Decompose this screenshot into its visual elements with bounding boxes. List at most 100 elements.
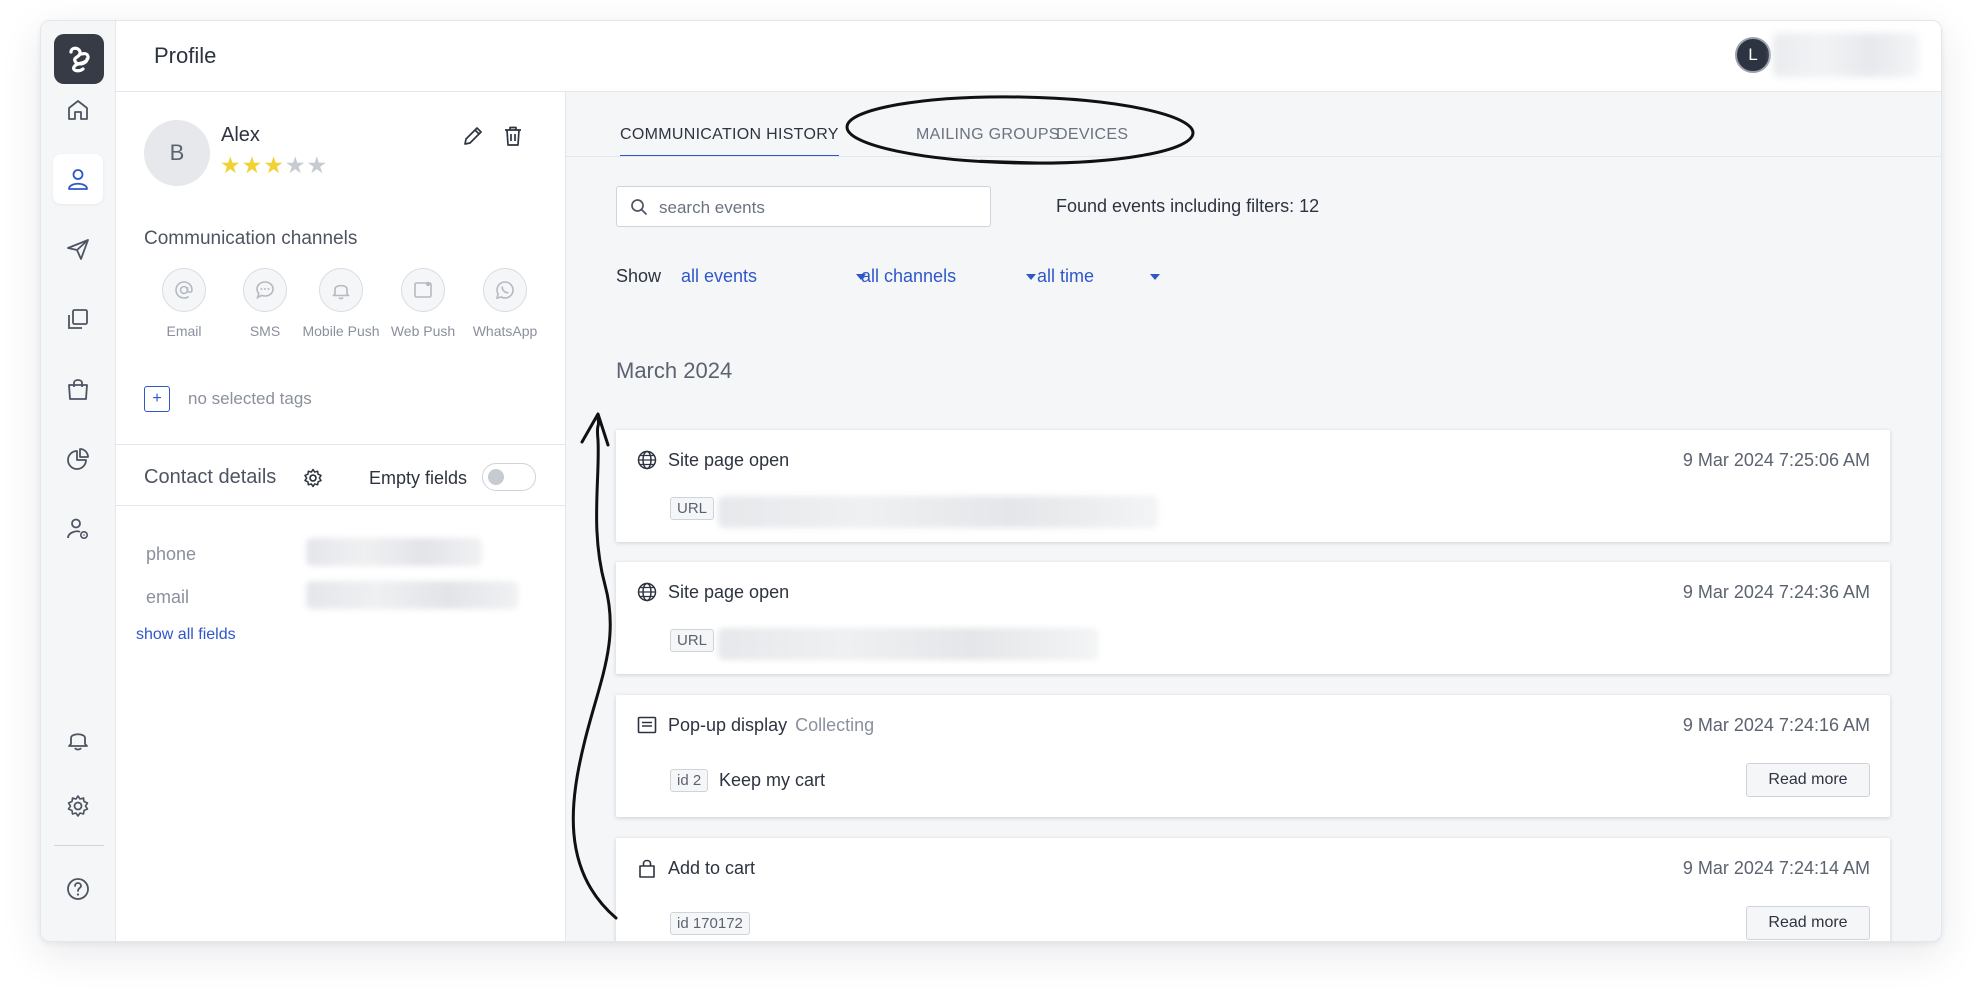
channel-sms[interactable]: SMS: [225, 268, 305, 339]
channel-web-push[interactable]: Web Push: [383, 268, 463, 339]
top-header: Profile L: [116, 21, 1941, 92]
channel-label: Web Push: [390, 323, 456, 339]
main-content: COMMUNICATION HISTORY MAILING GROUPS DEV…: [566, 92, 1941, 941]
empty-fields-label: Empty fields: [369, 468, 468, 488]
filter-time-dropdown[interactable]: all time: [1037, 266, 1094, 287]
event-timestamp: 9 Mar 2024 7:24:36 AM: [1682, 582, 1870, 602]
contact-details-title: Contact details: [144, 466, 277, 488]
chevron-down-icon[interactable]: [1150, 274, 1160, 280]
star-icon[interactable]: ★: [263, 152, 285, 178]
nav-home[interactable]: [53, 85, 103, 135]
channel-label: WhatsApp: [472, 323, 538, 339]
at-icon: [175, 281, 193, 299]
star-icon[interactable]: ★: [285, 152, 307, 178]
profile-name: Alex: [221, 124, 260, 146]
tab-devices[interactable]: DEVICES: [1056, 126, 1128, 155]
chevron-down-icon[interactable]: [1026, 274, 1036, 280]
filter-events-dropdown[interactable]: all events: [681, 266, 757, 287]
help-icon: [67, 878, 89, 900]
copy-icon: [68, 309, 88, 329]
event-url-redacted: [718, 496, 1158, 528]
event-title: Pop-up display Collecting: [668, 715, 874, 736]
event-chip: id 2: [670, 769, 709, 792]
event-url-redacted: [718, 628, 1098, 660]
channel-label: Email: [166, 323, 202, 339]
shopping-bag-icon: [68, 379, 88, 400]
profile-panel: B Alex ★★★★★ Communication channels Emai…: [116, 92, 566, 941]
event-timestamp: 9 Mar 2024 7:24:16 AM: [1682, 715, 1870, 735]
profile-avatar: B: [144, 120, 210, 186]
field-label-email: email: [146, 587, 190, 607]
event-card[interactable]: Pop-up display Collecting 9 Mar 2024 7:24…: [616, 695, 1890, 817]
nav-templates[interactable]: [53, 294, 103, 344]
globe-icon: [637, 582, 657, 602]
event-title: Add to cart: [668, 858, 756, 878]
channel-label: Mobile Push: [302, 323, 380, 339]
rail-divider: [54, 845, 104, 846]
nav-help[interactable]: [53, 864, 103, 914]
star-icon[interactable]: ★: [242, 152, 264, 178]
event-timestamp: 9 Mar 2024 7:24:14 AM: [1682, 858, 1870, 878]
read-more-button[interactable]: Read more: [1746, 763, 1870, 797]
divider: [116, 505, 565, 506]
delete-profile-button[interactable]: [501, 124, 525, 148]
add-tag-button[interactable]: +: [144, 386, 170, 412]
event-description: Keep my cart: [719, 770, 826, 790]
nav-notifications[interactable]: [53, 714, 103, 764]
search-icon: [631, 199, 647, 215]
filter-channels-dropdown[interactable]: all channels: [861, 266, 956, 287]
star-icon[interactable]: ★: [220, 152, 242, 178]
event-card[interactable]: Add to cart 9 Mar 2024 7:24:14 AM id 170…: [616, 838, 1890, 941]
event-card[interactable]: Site page open 9 Mar 2024 7:24:36 AM URL: [616, 562, 1890, 674]
chat-icon: [256, 281, 274, 300]
month-heading: March 2024: [616, 358, 733, 383]
event-chip: id 170172: [670, 912, 750, 935]
edit-profile-button[interactable]: [461, 124, 485, 148]
gear-icon: [67, 795, 89, 817]
pencil-icon: [464, 127, 482, 145]
star-icon[interactable]: ★: [307, 152, 329, 178]
app-window: Profile L B Alex ★★★★★ Communication cha…: [40, 20, 1942, 942]
app-logo[interactable]: [54, 34, 104, 84]
tab-communication-history[interactable]: COMMUNICATION HISTORY: [620, 126, 839, 157]
event-title-text: Pop-up display: [668, 715, 788, 735]
channel-whatsapp[interactable]: WhatsApp: [465, 268, 545, 339]
bell-icon: [332, 284, 350, 300]
nav-campaigns[interactable]: [53, 224, 103, 274]
nav-products[interactable]: [53, 364, 103, 414]
logo-icon: [69, 46, 90, 73]
found-events-count: Found events including filters: 12: [1056, 196, 1320, 216]
event-chip: URL: [670, 629, 715, 652]
gear-icon: [304, 468, 322, 488]
page-title: Profile: [154, 43, 217, 68]
event-title: Site page open: [668, 450, 790, 470]
channel-email[interactable]: Email: [144, 268, 224, 339]
nav-profile[interactable]: [53, 154, 103, 204]
user-avatar[interactable]: L: [1735, 37, 1771, 73]
left-rail: [41, 21, 116, 941]
toggle-knob: [488, 469, 504, 485]
event-status: Collecting: [795, 715, 875, 735]
search-events-field[interactable]: [616, 186, 991, 227]
tabs-divider: [566, 156, 1941, 157]
no-tags-text: no selected tags: [188, 389, 312, 408]
lock-bag-icon: [639, 859, 655, 878]
nav-analytics[interactable]: [53, 434, 103, 484]
contact-settings-button[interactable]: [302, 467, 324, 489]
empty-fields-toggle[interactable]: [482, 463, 536, 491]
rating-stars[interactable]: ★★★★★: [220, 152, 328, 179]
channel-mobile-push[interactable]: Mobile Push: [301, 268, 381, 339]
event-title: Site page open: [668, 582, 790, 602]
user-settings-icon: [67, 518, 89, 540]
channels-title: Communication channels: [144, 228, 358, 249]
user-name-redacted[interactable]: [1773, 33, 1919, 77]
nav-user-settings[interactable]: [53, 504, 103, 554]
tab-mailing-groups[interactable]: MAILING GROUPS: [916, 126, 1060, 155]
read-more-button[interactable]: Read more: [1746, 906, 1870, 940]
divider: [116, 444, 565, 445]
event-card[interactable]: Site page open 9 Mar 2024 7:25:06 AM URL: [616, 430, 1890, 542]
search-input[interactable]: [657, 195, 981, 221]
bell-icon: [68, 733, 88, 751]
nav-settings[interactable]: [53, 781, 103, 831]
show-all-fields-link[interactable]: show all fields: [136, 626, 236, 644]
